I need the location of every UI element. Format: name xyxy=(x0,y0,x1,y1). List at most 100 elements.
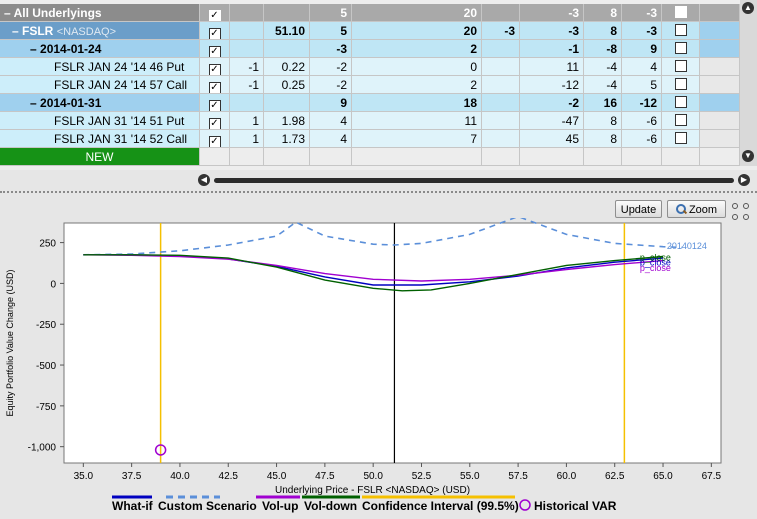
value-cell-9: 5 xyxy=(622,76,662,94)
value-cell-5: 11 xyxy=(352,112,482,130)
include-cell: ✓ xyxy=(200,40,230,58)
extra-cell xyxy=(700,40,740,58)
value-cell-7: -2 xyxy=(520,94,584,112)
x-tick-label: 35.0 xyxy=(74,471,94,482)
select-checkbox[interactable] xyxy=(674,96,687,108)
zoom-button[interactable]: Zoom xyxy=(667,200,726,218)
row-label-text: 2014-01-31 xyxy=(40,96,102,110)
grid-row[interactable]: – FSLR <NASDAQ> ✓ 51.10 5 20 -3 -3 8 -3 xyxy=(0,22,757,40)
value-cell-6 xyxy=(482,148,520,166)
include-cell: ✓ xyxy=(200,112,230,130)
scroll-right-icon[interactable]: ▶ xyxy=(738,174,750,186)
include-checkbox[interactable]: ✓ xyxy=(208,10,221,21)
value-cell-2 xyxy=(230,22,264,40)
include-cell: ✓ xyxy=(200,76,230,94)
x-tick-label: 37.5 xyxy=(122,471,142,482)
scroll-up-icon[interactable]: ▲ xyxy=(742,2,754,14)
value-cell-9: -6 xyxy=(622,112,662,130)
value-cell-2: 1 xyxy=(230,130,264,148)
value-cell-2: 1 xyxy=(230,112,264,130)
value-cell-5: 20 xyxy=(352,4,482,22)
value-cell-5: 2 xyxy=(352,76,482,94)
value-cell-5 xyxy=(352,148,482,166)
grid-row[interactable]: FSLR JAN 31 '14 52 Call ✓ 1 1.73 4 7 45 8 -6 xyxy=(0,130,757,148)
value-cell-6 xyxy=(482,4,520,22)
update-button[interactable]: Update xyxy=(615,200,662,218)
collapse-icon[interactable]: – xyxy=(30,42,40,56)
value-cell-3: 0.25 xyxy=(264,76,310,94)
select-cell xyxy=(662,4,700,22)
exchange-label: <NASDAQ> xyxy=(56,26,117,38)
value-cell-6 xyxy=(482,58,520,76)
value-cell-9: -12 xyxy=(622,94,662,112)
x-tick-label: 60.0 xyxy=(557,471,577,482)
value-cell-7 xyxy=(520,148,584,166)
value-cell-9: -3 xyxy=(622,4,662,22)
x-tick-label: 40.0 xyxy=(170,471,190,482)
vertical-scrollbar[interactable]: ▲ ▼ xyxy=(740,0,757,166)
horizontal-scrollbar[interactable]: ◀ ▶ xyxy=(198,172,752,188)
include-cell: ✓ xyxy=(200,58,230,76)
scroll-down-icon[interactable]: ▼ xyxy=(742,150,754,162)
collapse-icon[interactable]: – xyxy=(12,24,22,38)
select-checkbox[interactable] xyxy=(674,6,687,18)
value-cell-4: 4 xyxy=(310,112,352,130)
value-cell-4 xyxy=(310,148,352,166)
scroll-thumb[interactable] xyxy=(214,178,734,183)
include-checkbox[interactable]: ✓ xyxy=(208,82,221,93)
grid-row[interactable]: NEW xyxy=(0,148,757,166)
select-checkbox[interactable] xyxy=(674,114,687,126)
include-checkbox[interactable]: ✓ xyxy=(208,28,221,39)
grid-row[interactable]: FSLR JAN 31 '14 51 Put ✓ 1 1.98 4 11 -47 8 -6 xyxy=(0,112,757,130)
select-checkbox[interactable] xyxy=(674,42,687,54)
value-cell-8: 8 xyxy=(584,112,622,130)
x-tick-label: 67.5 xyxy=(702,471,722,482)
value-cell-3 xyxy=(264,4,310,22)
select-checkbox[interactable] xyxy=(674,132,687,144)
value-cell-4: -2 xyxy=(310,58,352,76)
scroll-left-icon[interactable]: ◀ xyxy=(198,174,210,186)
value-cell-2: -1 xyxy=(230,76,264,94)
include-checkbox[interactable]: ✓ xyxy=(208,136,221,147)
select-checkbox[interactable] xyxy=(674,24,687,36)
value-cell-9: -3 xyxy=(622,22,662,40)
grid-row[interactable]: – 2014-01-31 ✓ 9 18 -2 16 -12 xyxy=(0,94,757,112)
series-end-label: p_close xyxy=(640,263,671,273)
value-cell-8: 16 xyxy=(584,94,622,112)
x-tick-label: 62.5 xyxy=(605,471,625,482)
include-checkbox[interactable]: ✓ xyxy=(208,118,221,129)
value-cell-8 xyxy=(584,148,622,166)
include-cell: ✓ xyxy=(200,94,230,112)
select-checkbox[interactable] xyxy=(674,60,687,72)
value-cell-6: -3 xyxy=(482,22,520,40)
legend-label-3: Vol-down xyxy=(304,499,357,513)
x-tick-label: 42.5 xyxy=(219,471,239,482)
legend-label-4: Confidence Interval (99.5%) xyxy=(362,499,519,513)
include-checkbox[interactable]: ✓ xyxy=(208,100,221,111)
value-cell-7: 11 xyxy=(520,58,584,76)
row-label-text: FSLR JAN 24 '14 57 Call xyxy=(54,78,188,92)
value-cell-2 xyxy=(230,4,264,22)
grid-row[interactable]: FSLR JAN 24 '14 46 Put ✓ -1 0.22 -2 0 11 -4 4 xyxy=(0,58,757,76)
value-cell-5: 2 xyxy=(352,40,482,58)
grid-row[interactable]: – 2014-01-24 ✓ -3 2 -1 -8 9 xyxy=(0,40,757,58)
legend-label-2: Vol-up xyxy=(262,499,298,513)
value-cell-4: 5 xyxy=(310,22,352,40)
select-checkbox[interactable] xyxy=(674,78,687,90)
row-label-text: NEW xyxy=(85,150,114,164)
x-tick-label: 50.0 xyxy=(363,471,383,482)
value-cell-3: 0.22 xyxy=(264,58,310,76)
grid-row[interactable]: FSLR JAN 24 '14 57 Call ✓ -1 0.25 -2 2 -12 -4 5 xyxy=(0,76,757,94)
x-tick-label: 55.0 xyxy=(460,471,480,482)
include-checkbox[interactable]: ✓ xyxy=(208,64,221,75)
collapse-icon[interactable]: – xyxy=(30,96,40,110)
legend-label-0: What-if xyxy=(112,499,154,513)
value-cell-6 xyxy=(482,76,520,94)
grid-row[interactable]: – All Underlyings ✓ 5 20 -3 8 -3 xyxy=(0,4,757,22)
include-cell: ✓ xyxy=(200,130,230,148)
value-cell-2 xyxy=(230,148,264,166)
include-checkbox[interactable]: ✓ xyxy=(208,46,221,57)
collapse-icon[interactable]: – xyxy=(4,6,14,20)
new-row-button[interactable]: NEW xyxy=(0,148,200,166)
x-tick-label: 45.0 xyxy=(267,471,287,482)
